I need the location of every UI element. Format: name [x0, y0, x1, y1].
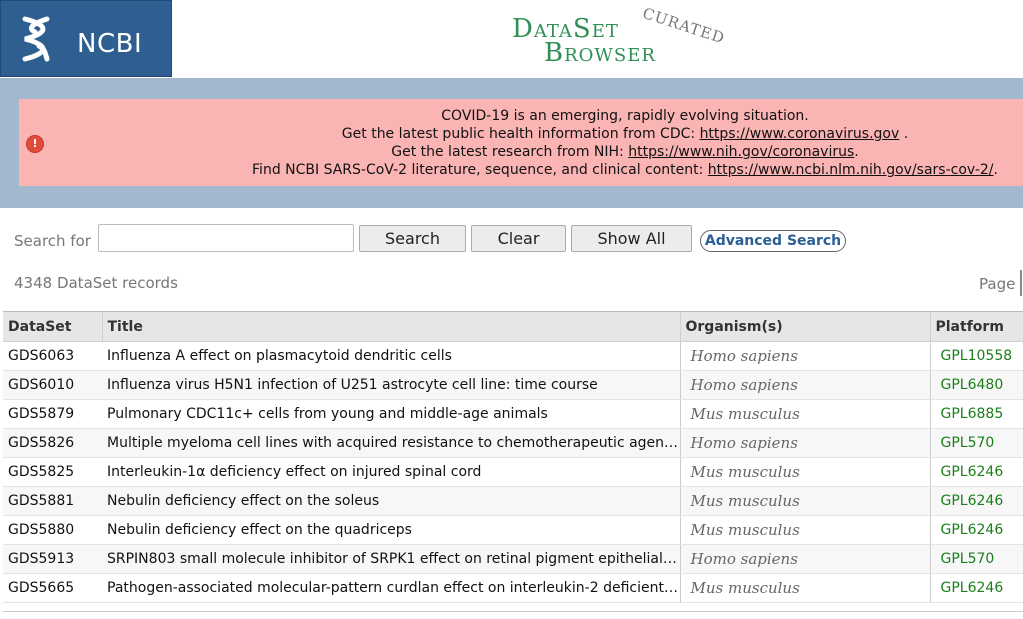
- organism-cell: Homo sapiens: [679, 370, 930, 400]
- dataset-id-cell[interactable]: GDS5879: [3, 399, 102, 429]
- organism-cell: Mus musculus: [679, 486, 930, 516]
- dataset-id-cell[interactable]: GDS5825: [3, 457, 102, 487]
- platform-link[interactable]: GPL10558: [929, 341, 1023, 371]
- alert-line-3: Get the latest research from NIH: https:…: [391, 144, 859, 160]
- show-all-button[interactable]: Show All: [571, 225, 692, 252]
- title-cell[interactable]: SRPIN803 small molecule inhibitor of SRP…: [102, 544, 680, 574]
- dataset-id-cell[interactable]: GDS6063: [3, 341, 102, 371]
- column-header-title[interactable]: Title: [102, 312, 681, 342]
- alert-text: COVID-19 is an emerging, rapidly evolvin…: [230, 107, 1020, 179]
- search-bar: Search for Search Clear Show All Advance…: [0, 222, 1023, 256]
- table-row[interactable]: GDS5881 Nebulin deficiency effect on the…: [3, 486, 1023, 516]
- title-cell[interactable]: Multiple myeloma cell lines with acquire…: [102, 428, 680, 458]
- table-row[interactable]: GDS6010 Influenza virus H5N1 infection o…: [3, 370, 1023, 400]
- table-row[interactable]: GDS5665 Pathogen-associated molecular-pa…: [3, 573, 1023, 603]
- dataset-id-cell[interactable]: GDS5826: [3, 428, 102, 458]
- platform-link[interactable]: GPL6246: [929, 573, 1023, 603]
- column-header-dataset[interactable]: DataSet: [3, 312, 103, 342]
- organism-cell: Mus musculus: [679, 515, 930, 545]
- platform-link[interactable]: GPL6246: [929, 486, 1023, 516]
- title-cell[interactable]: Nebulin deficiency effect on the quadric…: [102, 515, 680, 545]
- organism-cell: Homo sapiens: [679, 428, 930, 458]
- ncbi-label: NCBI: [77, 29, 143, 59]
- nih-link[interactable]: https://www.nih.gov/coronavirus: [628, 144, 854, 160]
- alert-circle-icon: !: [26, 135, 44, 153]
- title-cell[interactable]: Nebulin deficiency effect on the soleus: [102, 486, 680, 516]
- brand-line-2: Browser: [544, 38, 656, 68]
- records-count: 4348 DataSet records: [14, 274, 178, 292]
- organism-cell: Homo sapiens: [679, 341, 930, 371]
- dataset-id-cell[interactable]: GDS5913: [3, 544, 102, 574]
- table-row[interactable]: GDS5825 Interleukin-1α deficiency effect…: [3, 457, 1023, 487]
- table-row[interactable]: GDS5879 Pulmonary CDC11c+ cells from you…: [3, 399, 1023, 429]
- page-header: NCBI DataSet Browser CURATED: [0, 0, 1023, 78]
- table-header-row: DataSet Title Organism(s) Platform: [3, 312, 1023, 342]
- column-header-organism[interactable]: Organism(s): [680, 312, 931, 342]
- platform-link[interactable]: GPL6885: [929, 399, 1023, 429]
- alert-line-1: COVID-19 is an emerging, rapidly evolvin…: [441, 108, 809, 124]
- title-cell[interactable]: Influenza A effect on plasmacytoid dendr…: [102, 341, 680, 371]
- platform-link[interactable]: GPL570: [929, 544, 1023, 574]
- dataset-id-cell[interactable]: GDS5880: [3, 515, 102, 545]
- title-cell[interactable]: Pulmonary CDC11c+ cells from young and m…: [102, 399, 680, 429]
- organism-cell: Mus musculus: [679, 399, 930, 429]
- platform-link[interactable]: GPL6480: [929, 370, 1023, 400]
- dataset-id-cell[interactable]: GDS6010: [3, 370, 102, 400]
- title-cell[interactable]: Influenza virus H5N1 infection of U251 a…: [102, 370, 680, 400]
- platform-link[interactable]: GPL570: [929, 428, 1023, 458]
- title-cell[interactable]: Interleukin-1α deficiency effect on inju…: [102, 457, 680, 487]
- platform-link[interactable]: GPL6246: [929, 457, 1023, 487]
- dataset-table: DataSet Title Organism(s) Platform GDS60…: [3, 312, 1023, 603]
- alert-line-2: Get the latest public health information…: [341, 126, 909, 142]
- dataset-id-cell[interactable]: GDS5881: [3, 486, 102, 516]
- table-bottom-divider: [3, 611, 1023, 612]
- page-label: Page: [979, 275, 1016, 293]
- dataset-table-container: DataSet Title Organism(s) Platform GDS60…: [3, 311, 1023, 612]
- search-button[interactable]: Search: [359, 225, 466, 252]
- platform-link[interactable]: GPL6246: [929, 515, 1023, 545]
- ncbi-sars-link[interactable]: https://www.ncbi.nlm.nih.gov/sars-cov-2/: [708, 162, 994, 178]
- column-header-platform[interactable]: Platform: [930, 312, 1023, 342]
- table-row[interactable]: GDS6063 Influenza A effect on plasmacyto…: [3, 341, 1023, 371]
- dataset-id-cell[interactable]: GDS5665: [3, 573, 102, 603]
- cdc-link[interactable]: https://www.coronavirus.gov: [700, 126, 900, 142]
- page-input[interactable]: [1020, 270, 1022, 296]
- search-input[interactable]: [98, 224, 354, 252]
- advanced-search-link[interactable]: Advanced Search: [700, 230, 846, 252]
- organism-cell: Homo sapiens: [679, 544, 930, 574]
- dataset-browser-logo[interactable]: DataSet Browser CURATED: [512, 4, 752, 68]
- table-row[interactable]: GDS5913 SRPIN803 small molecule inhibito…: [3, 544, 1023, 574]
- organism-cell: Mus musculus: [679, 457, 930, 487]
- search-label: Search for: [14, 232, 91, 250]
- dna-helix-icon: [22, 16, 50, 62]
- table-row[interactable]: GDS5826 Multiple myeloma cell lines with…: [3, 428, 1023, 458]
- organism-cell: Mus musculus: [679, 573, 930, 603]
- clear-button[interactable]: Clear: [471, 225, 566, 252]
- ncbi-logo[interactable]: NCBI: [0, 0, 172, 77]
- alert-line-4: Find NCBI SARS-CoV-2 literature, sequenc…: [252, 162, 998, 178]
- table-row[interactable]: GDS5880 Nebulin deficiency effect on the…: [3, 515, 1023, 545]
- title-cell[interactable]: Pathogen-associated molecular-pattern cu…: [102, 573, 680, 603]
